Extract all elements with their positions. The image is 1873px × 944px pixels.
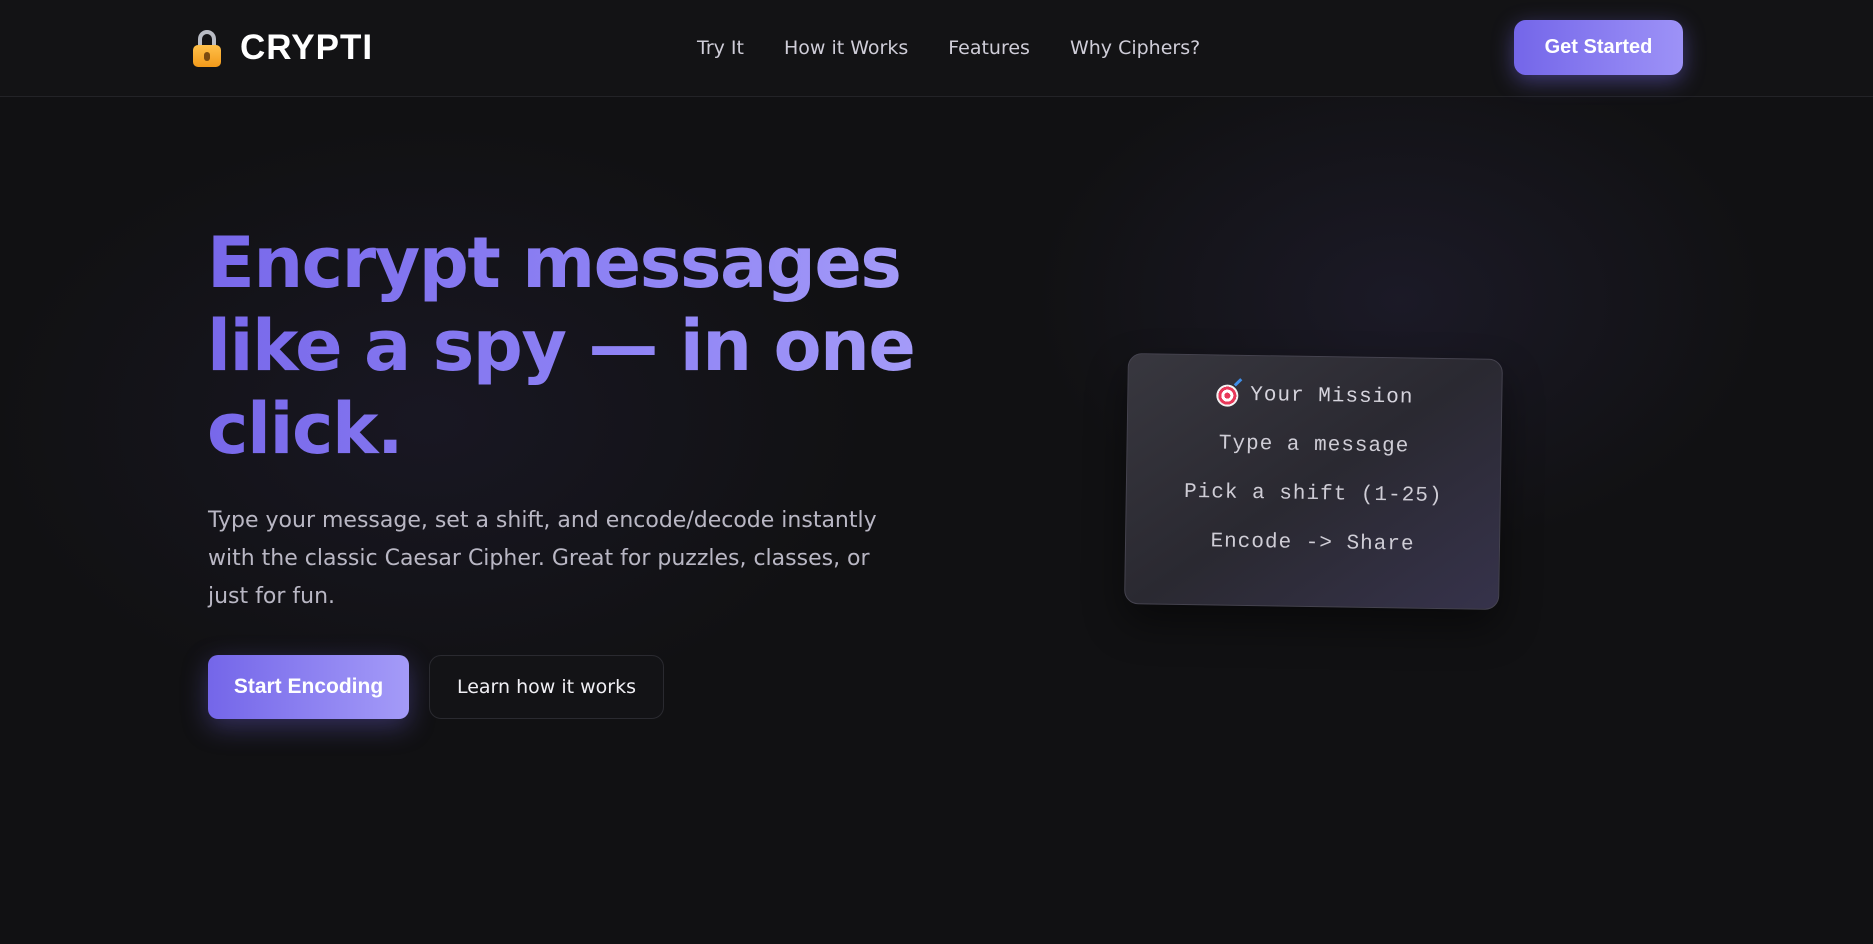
lock-icon — [190, 28, 224, 68]
nav-link-try-it[interactable]: Try It — [697, 37, 744, 59]
mission-step: Type a message — [1218, 432, 1410, 459]
get-started-button[interactable]: Get Started — [1514, 20, 1683, 75]
nav-link-features[interactable]: Features — [948, 37, 1030, 59]
nav-link-why-ciphers[interactable]: Why Ciphers? — [1070, 37, 1200, 59]
target-icon — [1216, 383, 1239, 407]
mission-step: Encode -> Share — [1210, 530, 1415, 557]
start-encoding-button[interactable]: Start Encoding — [208, 655, 409, 719]
nav-link-how-it-works[interactable]: How it Works — [784, 37, 908, 59]
mission-step: Pick a shift (1-25) — [1183, 480, 1443, 509]
brand-logo[interactable]: CRYPTI — [190, 28, 373, 68]
mission-card-title: Your Mission — [1250, 383, 1414, 410]
top-navigation-bar: CRYPTI Try It How it Works Features Why … — [0, 0, 1873, 97]
hero-subtitle: Type your message, set a shift, and enco… — [208, 508, 877, 609]
brand-name: CRYPTI — [240, 28, 374, 67]
mission-card: Your Mission Type a message Pick a shift… — [1124, 353, 1503, 610]
main-nav: Try It How it Works Features Why Ciphers… — [697, 37, 1200, 59]
hero-title: Encrypt messages like a spy — in one cli… — [207, 222, 927, 471]
learn-how-it-works-button[interactable]: Learn how it works — [429, 655, 664, 719]
mission-card-header: Your Mission — [1216, 383, 1414, 410]
